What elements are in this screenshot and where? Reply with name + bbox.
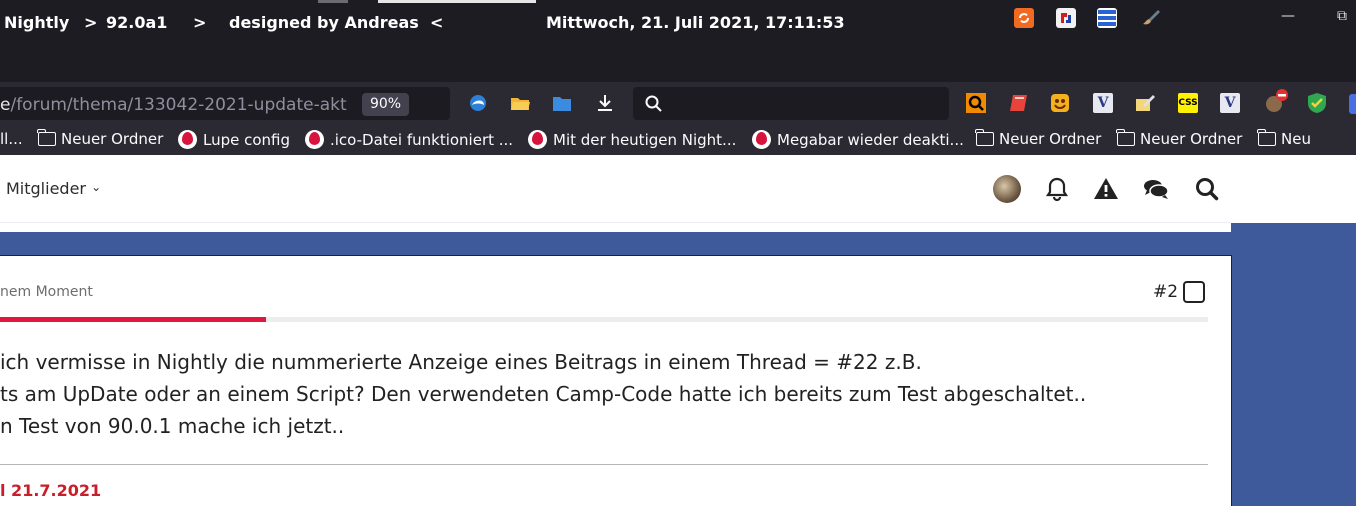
url-text[interactable]: e/forum/thema/133042-2021-update-akt xyxy=(0,95,347,115)
forum-header: Mitglieder ⌄ xyxy=(0,155,1231,223)
post-number-link[interactable]: #2 xyxy=(1153,282,1178,302)
post-text-line: n Test von 90.0.1 mache ich jetzt.. xyxy=(0,414,345,438)
user-avatar[interactable] xyxy=(993,175,1021,203)
title-version: 92.0a1 xyxy=(106,13,168,32)
bookmark-red-icon[interactable] xyxy=(1008,93,1028,113)
download-icon[interactable] xyxy=(594,92,616,114)
url-domain-tail: e xyxy=(0,95,11,115)
folder-blue-icon[interactable] xyxy=(551,92,573,114)
paint-brush-icon[interactable] xyxy=(1140,8,1160,28)
flame-favicon-icon xyxy=(305,130,324,149)
bookmark-item[interactable]: Mit der heutigen Night... xyxy=(528,130,736,149)
active-tab-indicator xyxy=(378,0,536,3)
bookmark-label: Neuer Ordner xyxy=(1140,130,1243,148)
bookmark-item[interactable]: .ico-Datei funktioniert ... xyxy=(305,130,513,149)
tab-indicator xyxy=(318,0,348,3)
url-bar[interactable]: e/forum/thema/133042-2021-update-akt 90% xyxy=(0,87,450,120)
bookmark-label: ll... xyxy=(0,130,23,148)
bookmark-item[interactable]: Megabar wieder deakti... xyxy=(752,130,964,149)
search-icon[interactable] xyxy=(1193,175,1221,203)
bookmarks-toolbar: ll... Neuer Ordner Lupe config .ico-Date… xyxy=(0,126,1356,155)
folder-icon xyxy=(975,129,994,146)
forum-blue-band xyxy=(0,232,1231,255)
bookmark-label: Megabar wieder deakti... xyxy=(777,130,964,149)
bookmark-folder[interactable]: Neuer Ordner xyxy=(1116,129,1243,148)
bookmark-item[interactable]: ll... xyxy=(0,130,23,148)
bookmark-folder[interactable]: Neuer Ordner xyxy=(37,129,164,148)
flame-favicon-icon xyxy=(528,130,547,149)
bookmark-folder[interactable]: Neu xyxy=(1257,129,1311,148)
conversations-icon[interactable] xyxy=(1142,175,1170,203)
bell-icon[interactable] xyxy=(1043,175,1071,203)
bookmark-label: .ico-Datei funktioniert ... xyxy=(330,130,514,149)
note-pen-icon[interactable] xyxy=(1135,93,1155,113)
post-select-checkbox[interactable] xyxy=(1183,281,1205,303)
zoom-indicator-button[interactable]: 90% xyxy=(362,93,409,116)
minimize-button[interactable]: — xyxy=(1281,8,1295,24)
css-icon[interactable]: CSS xyxy=(1178,93,1198,113)
search-bar[interactable] xyxy=(633,87,949,120)
post-text-line: ts am UpDate oder an einem Script? Den v… xyxy=(0,382,1087,406)
edge-browser-icon[interactable] xyxy=(467,92,489,114)
folder-icon xyxy=(1257,129,1276,146)
url-path: /forum/thema/133042-2021-update-akt xyxy=(10,95,347,115)
flame-favicon-icon xyxy=(752,130,771,149)
post-edit-date: l 21.7.2021 xyxy=(0,481,102,500)
v-icon[interactable]: V xyxy=(1093,93,1113,113)
emoji-icon[interactable] xyxy=(1050,93,1070,113)
title-app-name: Nightly xyxy=(4,13,70,32)
bookmark-label: Mit der heutigen Night... xyxy=(553,130,737,149)
title-clock: Mittwoch, 21. Juli 2021, 17:11:53 xyxy=(546,13,845,32)
post-text-line: ich vermisse in Nightly die nummerierte … xyxy=(0,350,922,374)
bookmark-label: Neu xyxy=(1281,130,1311,148)
window-titlebar: Nightly > 92.0a1 > designed by Andreas <… xyxy=(0,0,1356,82)
quicknote-icon[interactable] xyxy=(966,93,986,113)
bookmark-item[interactable]: Lupe config xyxy=(178,130,290,149)
read-progress-fill xyxy=(0,317,266,322)
bookmark-label: Neuer Ordner xyxy=(999,130,1102,148)
navigation-toolbar: e/forum/thema/133042-2021-update-akt 90%… xyxy=(0,82,1356,126)
warning-icon[interactable] xyxy=(1092,175,1120,203)
bookmark-label: Lupe config xyxy=(203,130,291,149)
page-background-band xyxy=(1231,223,1356,506)
sync-icon[interactable] xyxy=(1014,8,1034,28)
ublock-avatar-icon[interactable] xyxy=(1263,88,1289,114)
post-divider xyxy=(0,464,1208,465)
shield-check-icon[interactable] xyxy=(1305,91,1329,115)
post-time: nem Moment xyxy=(0,284,93,300)
title-separator: < xyxy=(430,13,444,32)
read-progress-bar xyxy=(0,317,1208,322)
forum-post: nem Moment #2 ich vermisse in Nightly di… xyxy=(0,255,1232,506)
folder-icon xyxy=(37,129,56,146)
restore-button[interactable]: ⧉ xyxy=(1337,8,1347,24)
title-separator: > xyxy=(193,13,207,32)
overflow-menu-button[interactable] xyxy=(1349,94,1356,114)
open-folder-icon[interactable] xyxy=(509,92,531,114)
page-content: Mitglieder ⌄ nem Moment #2 ich vermisse … xyxy=(0,155,1356,506)
v-icon[interactable]: V xyxy=(1220,93,1240,113)
menu-members[interactable]: Mitglieder ⌄ xyxy=(6,179,101,198)
bookmark-folder[interactable]: Neuer Ordner xyxy=(975,129,1102,148)
search-icon xyxy=(645,95,662,112)
cj-tool-icon[interactable] xyxy=(1056,8,1076,28)
flame-favicon-icon xyxy=(178,130,197,149)
window-list-icon[interactable] xyxy=(1097,8,1117,28)
menu-members-label: Mitglieder xyxy=(6,179,86,198)
bookmark-label: Neuer Ordner xyxy=(61,130,164,148)
folder-icon xyxy=(1116,129,1135,146)
chevron-down-icon: ⌄ xyxy=(91,180,102,194)
title-separator: > xyxy=(84,13,98,32)
title-designer: designed by Andreas xyxy=(229,13,419,32)
